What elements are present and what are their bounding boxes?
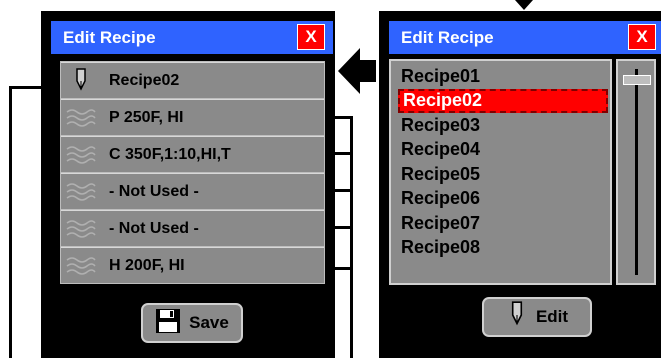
save-label: Save xyxy=(189,313,229,332)
recipe-select-panel: Edit Recipe X Recipe01 Recipe02 Recipe03… xyxy=(379,11,661,358)
step-label: P 250F, HI xyxy=(109,108,184,126)
arrow-down-icon xyxy=(515,0,533,10)
floppy-disk-icon xyxy=(155,308,181,339)
step-list: Recipe02 P 250F, HI C 350F,1:10,HI,T - N… xyxy=(60,61,325,284)
recipe-list[interactable]: Recipe01 Recipe02 Recipe03 Recipe04 Reci… xyxy=(389,59,612,285)
arrow-left-icon xyxy=(338,48,376,94)
title-bar: Edit Recipe X xyxy=(389,21,661,54)
recipe-item[interactable]: Recipe04 xyxy=(398,138,610,163)
step-label: - Not Used - xyxy=(109,219,199,237)
recipe-item[interactable]: Recipe08 xyxy=(398,236,610,261)
close-button[interactable]: X xyxy=(297,24,325,50)
wave-icon xyxy=(61,174,101,210)
wave-icon xyxy=(61,137,101,173)
recipe-item[interactable]: Recipe07 xyxy=(398,211,610,236)
recipe-item-selected[interactable]: Recipe02 xyxy=(398,88,608,113)
scrollbar[interactable] xyxy=(616,59,656,285)
wave-icon xyxy=(61,248,101,284)
step-row[interactable]: C 350F,1:10,HI,T xyxy=(61,136,324,172)
panel-title: Edit Recipe xyxy=(63,27,156,47)
recipe-item[interactable]: Recipe05 xyxy=(398,162,610,187)
step-row-name[interactable]: Recipe02 xyxy=(61,62,324,98)
panel-title: Edit Recipe xyxy=(401,27,494,47)
edit-button[interactable]: Edit xyxy=(482,297,592,337)
recipe-item[interactable]: Recipe03 xyxy=(398,113,610,138)
title-bar: Edit Recipe X xyxy=(51,21,333,54)
edit-label: Edit xyxy=(535,307,569,326)
step-label: Recipe02 xyxy=(109,71,180,89)
save-button[interactable]: Save xyxy=(141,303,243,343)
recipe-item[interactable]: Recipe06 xyxy=(398,187,610,212)
edit-recipe-panel: Edit Recipe X Recipe02 P 250F, HI C 350F… xyxy=(41,11,335,358)
step-label: C 350F,1:10,HI,T xyxy=(109,145,231,163)
step-row[interactable]: - Not Used - xyxy=(61,210,324,246)
step-row[interactable]: P 250F, HI xyxy=(61,99,324,135)
recipe-item[interactable]: Recipe01 xyxy=(398,64,610,89)
step-row[interactable]: - Not Used - xyxy=(61,173,324,209)
step-label: H 200F, HI xyxy=(109,256,185,274)
wave-icon xyxy=(61,100,101,136)
connector-line xyxy=(9,86,12,358)
scroll-thumb[interactable] xyxy=(623,75,651,85)
close-button[interactable]: X xyxy=(628,24,656,50)
pen-icon xyxy=(506,300,528,335)
pen-icon xyxy=(61,63,101,99)
wave-icon xyxy=(61,211,101,247)
scroll-track xyxy=(635,69,638,275)
step-label: - Not Used - xyxy=(109,182,199,200)
step-row[interactable]: H 200F, HI xyxy=(61,247,324,283)
